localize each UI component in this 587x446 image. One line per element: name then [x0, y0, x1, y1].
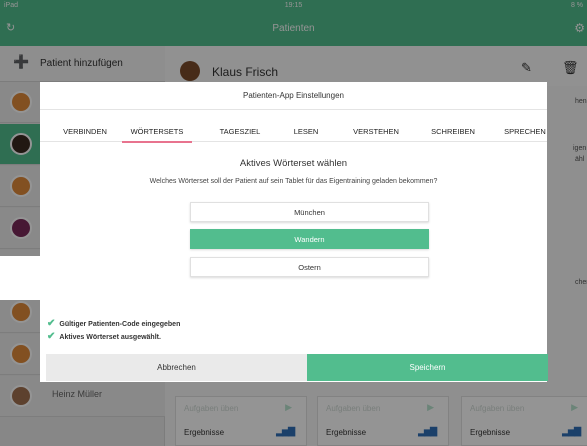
tab-verbinden[interactable]: VERBINDEN [62, 127, 108, 136]
tab-tagesziel[interactable]: TAGESZIEL [215, 127, 265, 136]
tab-schreiben[interactable]: SCHREIBEN [426, 127, 480, 136]
dialog-title: Patienten-App Einstellungen [40, 82, 547, 110]
settings-dialog: Patienten-App Einstellungen VERBINDEN WÖ… [40, 82, 550, 382]
tab-bar: VERBINDEN WÖRTERSETS TAGESZIEL LESEN VER… [40, 120, 550, 143]
wordset-option-selected[interactable]: Wandern [190, 229, 429, 249]
section-title: Aktives Wörterset wählen [239, 158, 348, 169]
tab-lesen[interactable]: LESEN [290, 127, 322, 136]
status-code-valid: ✔ Gültiger Patienten-Code eingegeben [47, 318, 180, 329]
checkmark-icon: ✔ [47, 318, 56, 329]
tab-verstehen[interactable]: VERSTEHEN [348, 127, 404, 136]
status-text: Aktives Wörterset ausgewählt. [59, 334, 161, 341]
backdrop-artifact [0, 256, 40, 300]
status-text: Gültiger Patienten-Code eingegeben [59, 321, 181, 328]
status-wordset-selected: ✔ Aktives Wörterset ausgewählt. [47, 331, 161, 342]
checkmark-icon: ✔ [47, 331, 56, 342]
tab-sprechen[interactable]: SPRECHEN [500, 127, 550, 136]
wordset-option[interactable]: Ostern [190, 257, 429, 277]
section-description: Welches Wörterset soll der Patient auf s… [149, 178, 438, 185]
active-tab-indicator [122, 141, 192, 143]
cancel-button[interactable]: Abbrechen [46, 354, 307, 381]
tab-woertersets[interactable]: WÖRTERSETS [127, 127, 187, 136]
save-button[interactable]: Speichern [307, 354, 548, 381]
wordset-option[interactable]: München [190, 202, 429, 222]
